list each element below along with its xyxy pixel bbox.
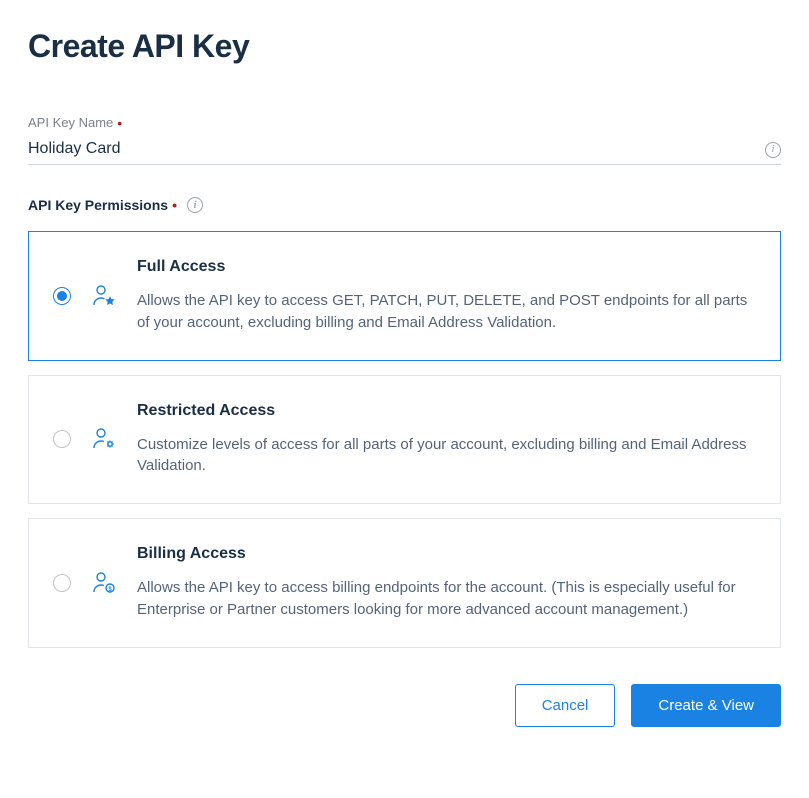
permission-option-restricted-access[interactable]: Restricted Access Customize levels of ac… (28, 375, 781, 505)
api-key-name-input[interactable] (28, 134, 781, 165)
radio-full-access[interactable] (53, 287, 71, 305)
permissions-section-label: API Key Permissions • i (28, 197, 781, 213)
option-description: Allows the API key to access GET, PATCH,… (137, 290, 756, 334)
radio-billing-access[interactable] (53, 574, 71, 592)
permissions-options: Full Access Allows the API key to access… (28, 231, 781, 648)
option-text-billing-access: Billing Access Allows the API key to acc… (137, 545, 756, 621)
option-title: Restricted Access (137, 402, 756, 420)
info-icon[interactable]: i (765, 142, 781, 158)
api-key-name-field: API Key Name • i (28, 115, 781, 165)
permission-option-billing-access[interactable]: $ Billing Access Allows the API key to a… (28, 518, 781, 648)
option-title: Full Access (137, 258, 756, 276)
option-text-full-access: Full Access Allows the API key to access… (137, 258, 756, 334)
info-icon[interactable]: i (187, 197, 203, 213)
user-gear-icon (91, 426, 117, 452)
action-buttons: Cancel Create & View (28, 684, 781, 727)
create-view-button[interactable]: Create & View (631, 684, 781, 727)
required-indicator-icon: • (117, 116, 122, 130)
cancel-button[interactable]: Cancel (515, 684, 616, 727)
user-dollar-icon: $ (91, 570, 117, 596)
option-description: Allows the API key to access billing end… (137, 577, 756, 621)
permission-option-full-access[interactable]: Full Access Allows the API key to access… (28, 231, 781, 361)
required-indicator-icon: • (172, 198, 177, 212)
permissions-label-text: API Key Permissions (28, 197, 168, 213)
option-text-restricted-access: Restricted Access Customize levels of ac… (137, 402, 756, 478)
api-key-name-label-text: API Key Name (28, 115, 113, 130)
page-title: Create API Key (28, 28, 781, 65)
option-description: Customize levels of access for all parts… (137, 434, 756, 478)
api-key-name-label: API Key Name • (28, 115, 781, 130)
api-key-name-input-wrapper: i (28, 134, 781, 165)
radio-restricted-access[interactable] (53, 430, 71, 448)
user-star-icon (91, 283, 117, 309)
option-title: Billing Access (137, 545, 756, 563)
